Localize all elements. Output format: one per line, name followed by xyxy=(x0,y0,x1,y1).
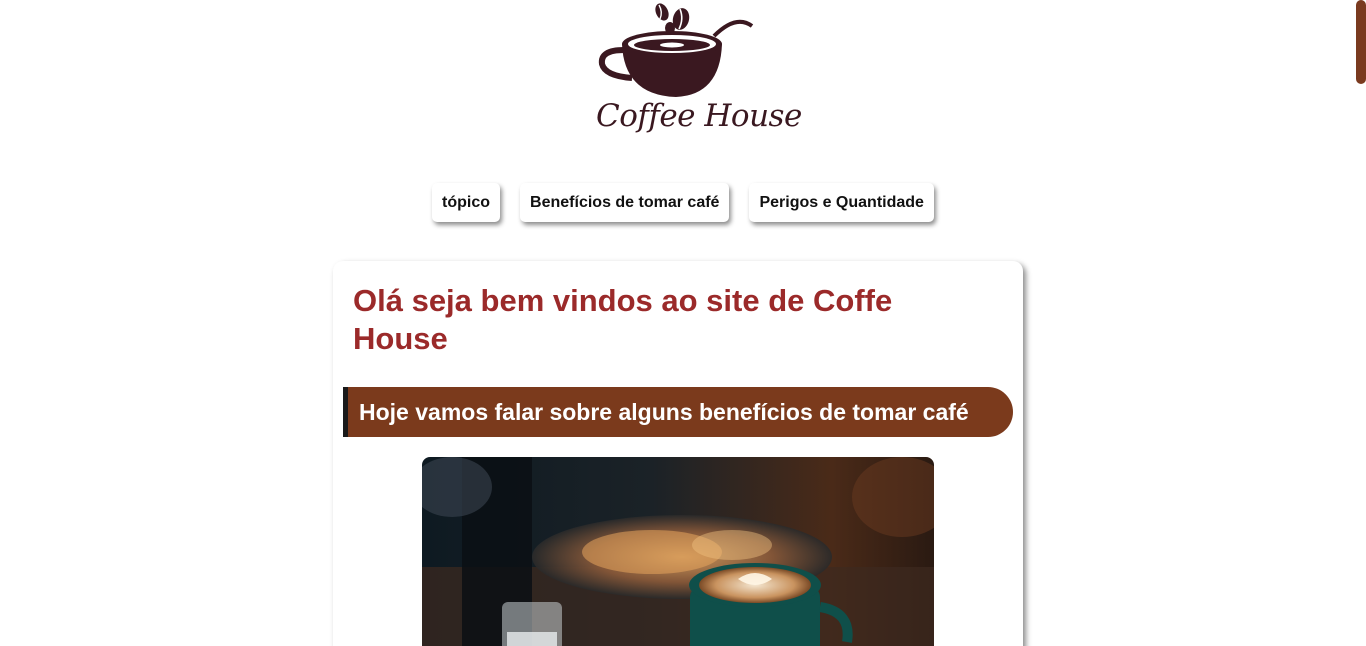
section-banner: Hoje vamos falar sobre alguns benefícios… xyxy=(343,387,1013,437)
coffee-house-logo[interactable]: Coffee House xyxy=(596,0,802,150)
nav-topico-button[interactable]: tópico xyxy=(432,183,501,222)
page-title: Olá seja bem vindos ao site de Coffe Hou… xyxy=(353,283,893,356)
main-navigation: tópico Benefícios de tomar café Perigos … xyxy=(0,183,1366,222)
logo-text: Coffee House xyxy=(596,98,802,134)
coffee-cup-icon xyxy=(598,3,754,97)
coffee-photo xyxy=(422,457,934,646)
section-banner-text: Hoje vamos falar sobre alguns benefícios… xyxy=(359,399,969,425)
page: Coffee House tópico Benefícios de tomar … xyxy=(0,0,1366,646)
nav-beneficios-button[interactable]: Benefícios de tomar café xyxy=(520,183,730,222)
content-card: Olá seja bem vindos ao site de Coffe Hou… xyxy=(333,261,1023,646)
latte-photo-image xyxy=(422,457,934,646)
page-scrollbar-thumb[interactable] xyxy=(1356,0,1366,84)
nav-perigos-button[interactable]: Perigos e Quantidade xyxy=(749,183,934,222)
